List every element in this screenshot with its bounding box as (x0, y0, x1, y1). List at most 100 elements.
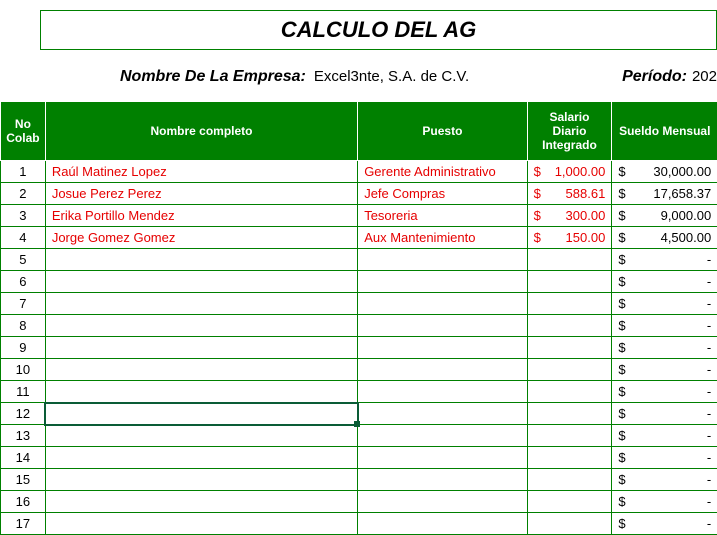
cell-no[interactable]: 16 (1, 491, 46, 513)
cell-salario[interactable] (527, 337, 612, 359)
cell-no[interactable]: 4 (1, 227, 46, 249)
cell-no[interactable]: 14 (1, 447, 46, 469)
cell-salario[interactable] (527, 271, 612, 293)
cell-sueldo[interactable]: $- (612, 491, 717, 513)
cell-no[interactable]: 7 (1, 293, 46, 315)
cell-salario[interactable]: $588.61 (527, 183, 612, 205)
cell-puesto[interactable] (358, 425, 527, 447)
cell-puesto[interactable] (358, 403, 527, 425)
cell-salario[interactable] (527, 491, 612, 513)
cell-sueldo[interactable]: $- (612, 381, 717, 403)
cell-no[interactable]: 1 (1, 161, 46, 183)
page-title: CALCULO DEL AG (40, 10, 717, 50)
cell-sueldo[interactable]: $4,500.00 (612, 227, 717, 249)
cell-puesto[interactable]: Gerente Administrativo (358, 161, 527, 183)
cell-puesto[interactable] (358, 447, 527, 469)
cell-sueldo[interactable]: $- (612, 425, 717, 447)
cell-no[interactable]: 3 (1, 205, 46, 227)
table-row: 6 $- (1, 271, 717, 293)
cell-sueldo[interactable]: $- (612, 249, 717, 271)
cell-puesto[interactable]: Tesoreria (358, 205, 527, 227)
cell-sueldo[interactable]: $17,658.37 (612, 183, 717, 205)
cell-sueldo[interactable]: $- (612, 447, 717, 469)
cell-sueldo[interactable]: $9,000.00 (612, 205, 717, 227)
cell-puesto[interactable] (358, 249, 527, 271)
cell-nombre[interactable] (45, 337, 357, 359)
spreadsheet-table[interactable]: No Colab Nombre completo Puesto Salario … (0, 101, 717, 535)
cell-no[interactable]: 13 (1, 425, 46, 447)
cell-sueldo[interactable]: $- (612, 293, 717, 315)
cell-no[interactable]: 8 (1, 315, 46, 337)
cell-nombre[interactable] (45, 293, 357, 315)
cell-sueldo[interactable]: $- (612, 315, 717, 337)
header-no-colab[interactable]: No Colab (1, 102, 46, 161)
cell-sueldo[interactable]: $- (612, 359, 717, 381)
header-puesto[interactable]: Puesto (358, 102, 527, 161)
cell-nombre[interactable] (45, 469, 357, 491)
cell-salario[interactable]: $1,000.00 (527, 161, 612, 183)
cell-salario[interactable] (527, 447, 612, 469)
cell-nombre[interactable] (45, 315, 357, 337)
cell-salario[interactable] (527, 249, 612, 271)
cell-puesto[interactable]: Aux Mantenimiento (358, 227, 527, 249)
cell-nombre[interactable] (45, 513, 357, 535)
cell-puesto[interactable] (358, 271, 527, 293)
cell-puesto[interactable]: Jefe Compras (358, 183, 527, 205)
cell-salario[interactable] (527, 359, 612, 381)
cell-puesto[interactable] (358, 337, 527, 359)
cell-sueldo[interactable]: $- (612, 403, 717, 425)
cell-salario[interactable] (527, 403, 612, 425)
header-nombre[interactable]: Nombre completo (45, 102, 357, 161)
header-sueldo[interactable]: Sueldo Mensual (612, 102, 717, 161)
cell-sueldo[interactable]: $- (612, 513, 717, 535)
cell-puesto[interactable] (358, 469, 527, 491)
cell-no[interactable]: 12 (1, 403, 46, 425)
cell-no[interactable]: 17 (1, 513, 46, 535)
currency-sign: $ (618, 406, 625, 421)
cell-sueldo[interactable]: $- (612, 271, 717, 293)
cell-no[interactable]: 9 (1, 337, 46, 359)
currency-value: - (707, 450, 711, 465)
table-row: 13 $- (1, 425, 717, 447)
cell-puesto[interactable] (358, 513, 527, 535)
cell-salario[interactable] (527, 513, 612, 535)
cell-nombre[interactable]: Josue Perez Perez (45, 183, 357, 205)
cell-nombre[interactable] (45, 359, 357, 381)
cell-sueldo[interactable]: $- (612, 469, 717, 491)
table-row: 15 $- (1, 469, 717, 491)
cell-nombre[interactable]: Raúl Matinez Lopez (45, 161, 357, 183)
cell-puesto[interactable] (358, 359, 527, 381)
cell-puesto[interactable] (358, 293, 527, 315)
cell-nombre[interactable] (45, 249, 357, 271)
cell-puesto[interactable] (358, 315, 527, 337)
cell-salario[interactable] (527, 293, 612, 315)
cell-no[interactable]: 15 (1, 469, 46, 491)
cell-puesto[interactable] (358, 491, 527, 513)
cell-salario[interactable]: $150.00 (527, 227, 612, 249)
cell-nombre[interactable] (45, 425, 357, 447)
cell-no[interactable]: 2 (1, 183, 46, 205)
cell-salario[interactable] (527, 315, 612, 337)
cell-no[interactable]: 11 (1, 381, 46, 403)
cell-nombre[interactable] (45, 447, 357, 469)
header-salario[interactable]: Salario Diario Integrado (527, 102, 612, 161)
currency-value: 588.61 (566, 186, 606, 201)
currency-value: - (707, 274, 711, 289)
cell-nombre[interactable] (45, 381, 357, 403)
cell-nombre[interactable] (45, 403, 357, 425)
cell-salario[interactable] (527, 425, 612, 447)
cell-no[interactable]: 10 (1, 359, 46, 381)
cell-nombre[interactable]: Jorge Gomez Gomez (45, 227, 357, 249)
cell-nombre[interactable] (45, 491, 357, 513)
cell-no[interactable]: 5 (1, 249, 46, 271)
cell-sueldo[interactable]: $- (612, 337, 717, 359)
currency-sign: $ (618, 450, 625, 465)
cell-puesto[interactable] (358, 381, 527, 403)
cell-salario[interactable] (527, 381, 612, 403)
cell-nombre[interactable]: Erika Portillo Mendez (45, 205, 357, 227)
cell-salario[interactable]: $300.00 (527, 205, 612, 227)
cell-nombre[interactable] (45, 271, 357, 293)
cell-sueldo[interactable]: $30,000.00 (612, 161, 717, 183)
cell-salario[interactable] (527, 469, 612, 491)
cell-no[interactable]: 6 (1, 271, 46, 293)
